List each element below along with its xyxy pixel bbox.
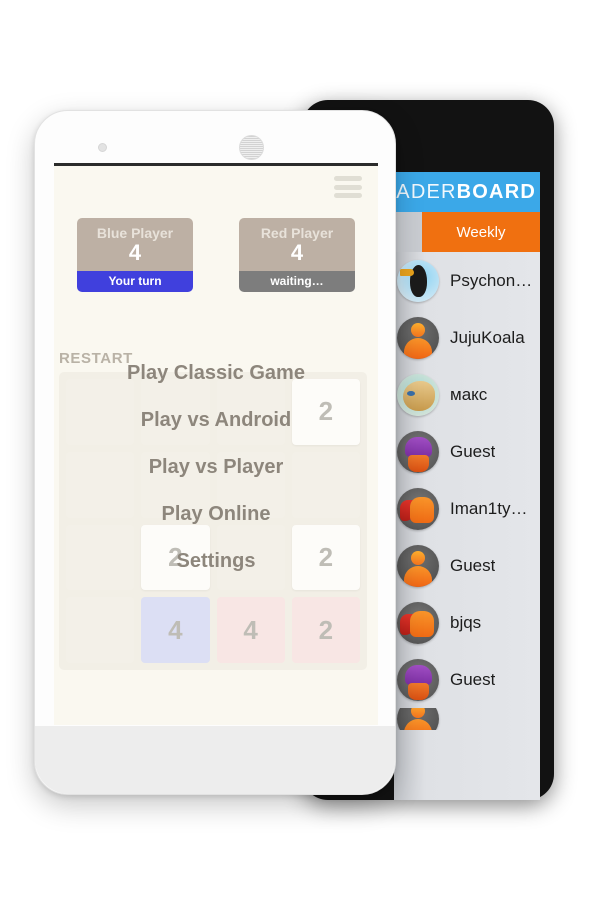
leaderboard-screen: LEADERBOARD Weekly Psychon… JujuKoala ма… — [394, 172, 540, 800]
player-card-red: Red Player 4 waiting… — [239, 218, 355, 293]
person-avatar — [397, 544, 439, 587]
game-screen: Blue Player 4 Your turn Red Player 4 wai… — [54, 163, 378, 725]
tile-value — [66, 379, 134, 445]
board-cell — [291, 451, 360, 518]
status-badge: Your turn — [77, 271, 193, 293]
list-item[interactable]: Iman1ty… — [394, 480, 540, 537]
player-name: Blue Player — [96, 225, 174, 241]
leaderboard-title-light: LEADER — [394, 180, 457, 203]
board-cell: 4 — [216, 597, 285, 663]
list-item[interactable]: Guest — [394, 423, 540, 480]
list-item[interactable]: Psychon… — [394, 252, 540, 309]
hamburger-bar — [334, 176, 362, 181]
leaderboard-title-bold: BOARD — [456, 180, 536, 203]
list-item[interactable]: макс — [394, 366, 540, 423]
goose-avatar — [397, 259, 439, 302]
menu-item-settings[interactable]: Settings — [177, 550, 256, 573]
list-item[interactable]: Guest — [394, 537, 540, 594]
front-camera-icon — [98, 143, 107, 152]
tile-value: 4 — [243, 614, 258, 645]
leaderboard-list[interactable]: Psychon… JujuKoala макс Guest Iman1ty… G… — [394, 252, 540, 800]
board-cell — [66, 524, 135, 591]
tile-value: 2 — [318, 541, 334, 572]
person-avatar — [397, 316, 439, 359]
tile-value — [66, 525, 134, 591]
runner-avatar — [397, 487, 439, 530]
player-score: 4 — [128, 240, 142, 265]
menu-item-play-vs-player[interactable]: Play vs Player — [149, 456, 284, 479]
player-card-body: Blue Player 4 — [77, 218, 193, 272]
tile-value: 4 — [168, 614, 183, 645]
hamburger-bar — [334, 184, 362, 190]
tile-value — [66, 452, 134, 518]
player-name: Guest — [450, 441, 496, 461]
player-name: Psychon… — [450, 270, 533, 290]
board-cell: 4 — [141, 597, 210, 663]
player-card-body: Red Player 4 — [239, 218, 355, 272]
player-card-blue: Blue Player 4 Your turn — [77, 218, 193, 293]
tile-value — [66, 597, 134, 663]
lion-avatar — [397, 373, 439, 416]
tile-value: 2 — [318, 396, 334, 427]
monster-avatar — [397, 658, 439, 701]
player-name: JujuKoala — [450, 327, 525, 347]
board-cell: 2 — [291, 379, 360, 445]
board-cell — [66, 597, 135, 663]
board-cell: 2 — [291, 524, 360, 591]
phone-chin — [35, 726, 395, 794]
tile-value: 2 — [318, 614, 334, 645]
player-score: 4 — [290, 240, 304, 265]
hamburger-bar — [334, 193, 362, 198]
player-name: макс — [450, 384, 488, 404]
leaderboard-tabs: Weekly — [394, 212, 540, 252]
menu-item-play-vs-android[interactable]: Play vs Android — [141, 409, 291, 432]
hamburger-icon[interactable] — [334, 176, 362, 198]
white-phone-device: Blue Player 4 Your turn Red Player 4 wai… — [34, 110, 396, 795]
player-name: Red Player — [260, 225, 334, 241]
board-cell — [66, 451, 135, 518]
person-avatar — [397, 708, 439, 730]
board-cell: 2 — [291, 597, 360, 663]
player-name: Iman1ty… — [450, 498, 528, 518]
status-badge: waiting… — [239, 271, 355, 293]
menu-item-play-classic-game[interactable]: Play Classic Game — [127, 362, 305, 385]
list-item[interactable]: bjqs — [394, 594, 540, 651]
player-cards: Blue Player 4 Your turn Red Player 4 wai… — [54, 218, 378, 293]
monster-avatar — [397, 430, 439, 473]
list-item[interactable] — [394, 708, 540, 730]
tab-weekly[interactable]: Weekly — [422, 212, 540, 252]
player-name: Guest — [450, 555, 496, 575]
tab-spacer — [394, 212, 422, 252]
restart-button[interactable]: RESTART — [59, 350, 133, 367]
leaderboard-header: LEADERBOARD — [394, 172, 540, 212]
tile-value — [292, 452, 360, 518]
board-cell — [66, 379, 135, 445]
player-name: Guest — [450, 669, 496, 689]
list-item[interactable]: Guest — [394, 651, 540, 708]
earpiece-speaker-icon — [239, 135, 264, 160]
player-name: bjqs — [450, 612, 482, 632]
menu-item-play-online[interactable]: Play Online — [162, 503, 271, 526]
runner-avatar — [397, 601, 439, 644]
list-item[interactable]: JujuKoala — [394, 309, 540, 366]
